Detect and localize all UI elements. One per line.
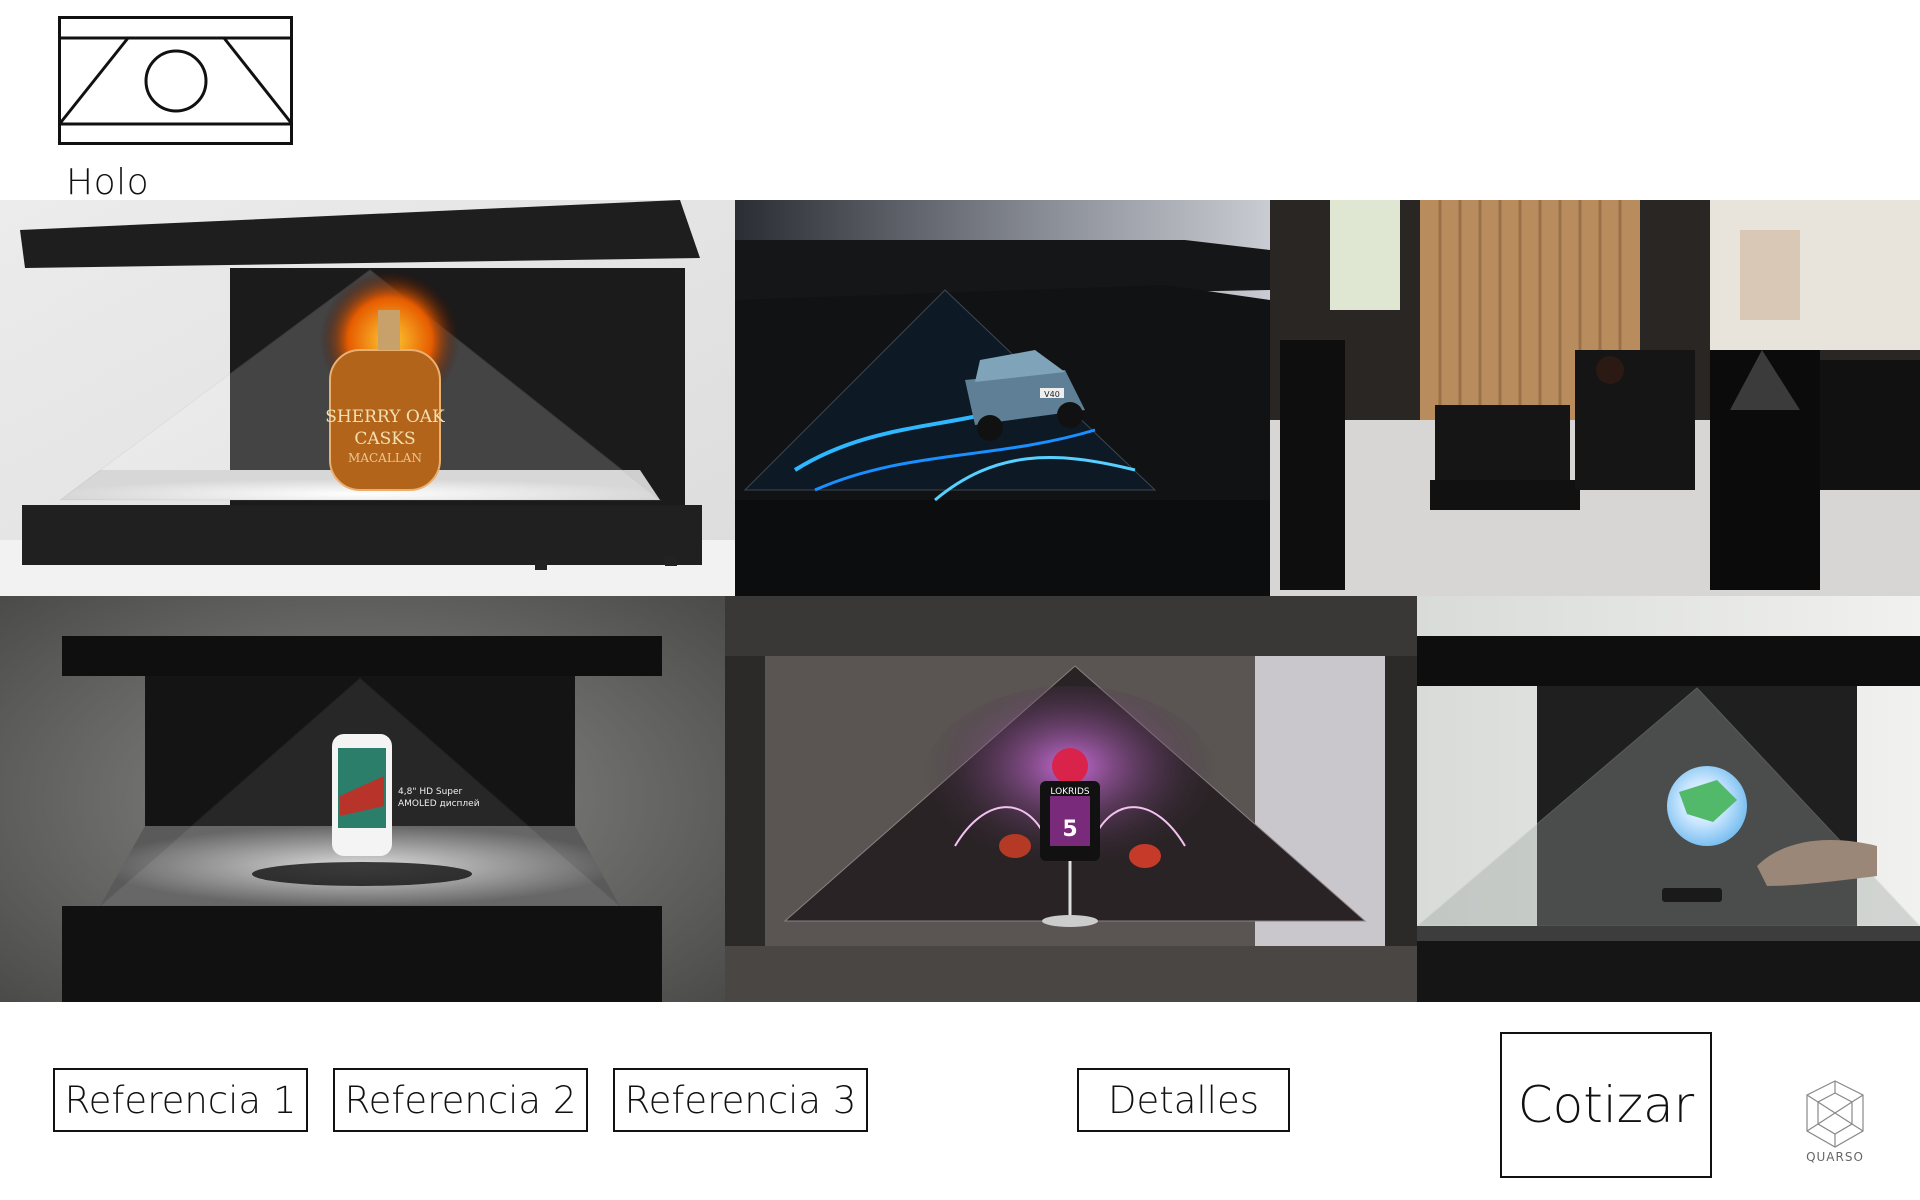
gallery-image-whisky: SHERRY OAK CASKS MACALLAN: [0, 200, 735, 596]
gallery-image-store: [1270, 200, 1920, 596]
reference-1-button[interactable]: Referencia 1: [53, 1068, 308, 1132]
gallery-image-car: V40: [735, 200, 1270, 596]
phone-caption-line2: AMOLED дисплей: [398, 799, 480, 809]
whisky-label-line2: CASKS: [354, 429, 415, 449]
gallery-image-globe: [1417, 596, 1920, 1002]
quote-button[interactable]: Cotizar: [1500, 1032, 1712, 1178]
whisky-label-line3: MACALLAN: [348, 451, 422, 465]
holo-display-logo: Holo Display: [58, 16, 294, 244]
whisky-label-line1: SHERRY OAK: [325, 407, 445, 427]
phone-caption-line1: 4,8" HD Super: [398, 787, 463, 797]
partner-name: QUARSO: [1806, 1150, 1864, 1164]
gallery-image-smartphone: 4,8" HD Super AMOLED дисплей: [0, 596, 725, 1002]
reference-2-button[interactable]: Referencia 2: [333, 1068, 588, 1132]
jar-label-number: 5: [1062, 817, 1077, 842]
car-badge: V40: [1044, 390, 1060, 399]
reference-3-button[interactable]: Referencia 3: [613, 1068, 868, 1132]
jar-label-brand: LOKRIDS: [1050, 787, 1090, 797]
quarso-logo: QUARSO: [1800, 1078, 1870, 1166]
hologram-pyramid-icon: [58, 16, 294, 145]
quarso-cube-icon: [1806, 1080, 1864, 1148]
details-button[interactable]: Detalles: [1077, 1068, 1290, 1132]
gallery-image-product-jar: LOKRIDS 5: [725, 596, 1417, 1002]
